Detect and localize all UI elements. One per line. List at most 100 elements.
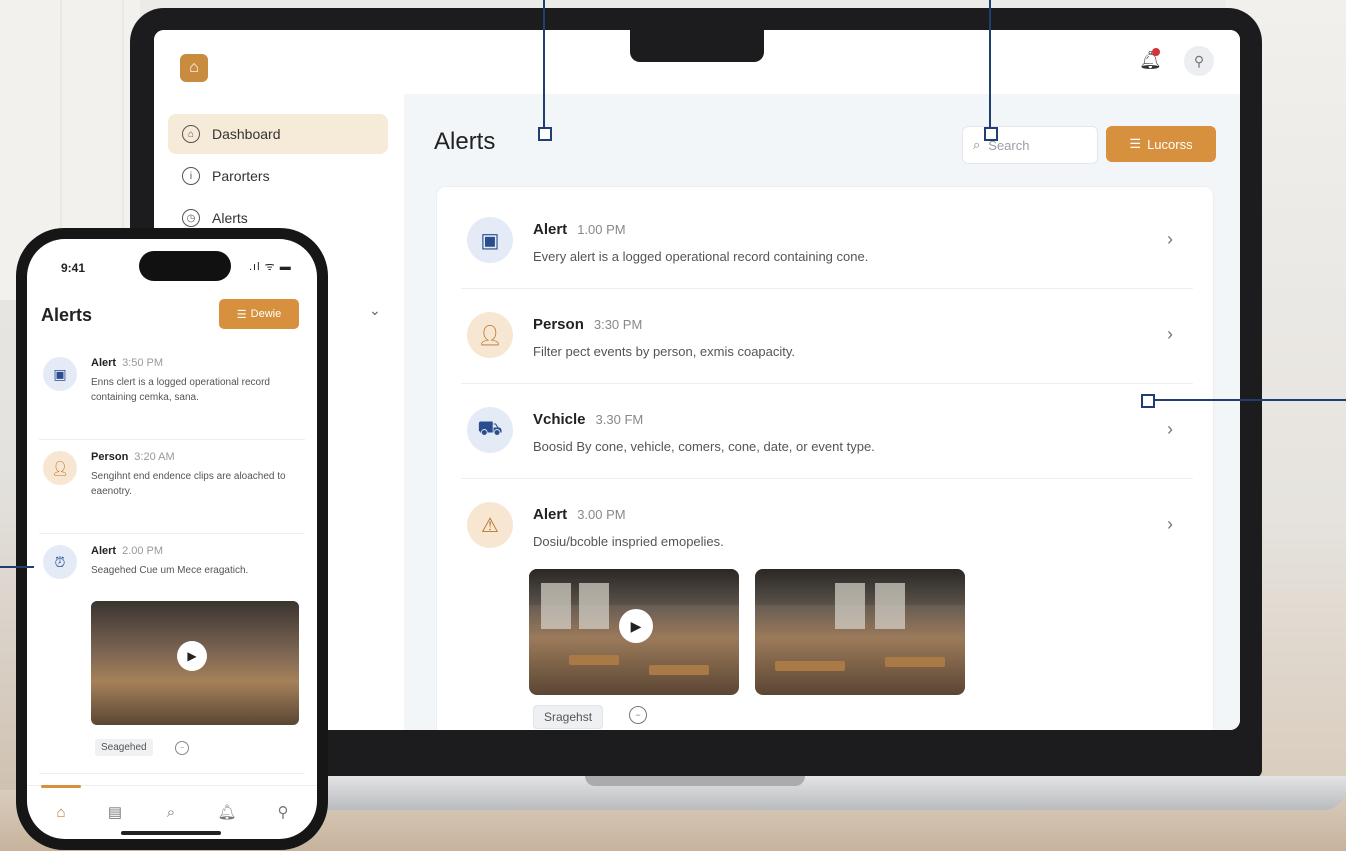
- filter-button[interactable]: ☰ Dewie: [219, 299, 299, 329]
- search-input[interactable]: ⌕ Search: [962, 126, 1098, 164]
- main-content: 🔔︎ ⚲ Alerts ⌕ Search ☰ Lucorss ▣ Alert 1.…: [404, 30, 1240, 730]
- alert-title-text: Alert: [533, 221, 568, 238]
- restaurant-window: [579, 583, 609, 629]
- restaurant-window: [835, 583, 865, 629]
- snapshot-tag[interactable]: Sragehst: [533, 705, 604, 729]
- alert-time: 3:20 AM: [134, 451, 175, 463]
- play-icon[interactable]: ▶: [177, 641, 207, 671]
- sidebar-item-dashboard[interactable]: ⌂ Dashboard: [168, 114, 388, 154]
- alert-row[interactable]: ▣ Alert 1.00 PM Every alert is a logged o…: [461, 193, 1193, 289]
- laptop-base-groove: [585, 776, 805, 786]
- car-icon: ⛟: [467, 407, 513, 453]
- chevron-right-icon[interactable]: ›: [1167, 419, 1173, 440]
- clock-icon: ◷: [182, 209, 200, 227]
- alert-description: Dosiu/bcoble inspried emopelies.: [533, 534, 724, 549]
- tab-bell-icon[interactable]: 🔔︎: [215, 800, 239, 824]
- alert-title-text: Person: [533, 316, 584, 333]
- search-icon: ⌕: [973, 137, 981, 152]
- top-bar: 🔔︎ ⚲: [404, 30, 1240, 94]
- alert-time: 3:30 PM: [593, 317, 643, 332]
- alert-title: Vchicle 3.30 FM: [533, 411, 643, 428]
- alert-title-text: Vchicle: [533, 411, 586, 428]
- alert-title-text: Alert: [533, 506, 568, 523]
- alerts-list: ▣ Alert 1.00 PM Every alert is a logged o…: [436, 186, 1214, 730]
- video-camera-icon: ▣: [43, 357, 77, 391]
- restaurant-window: [541, 583, 571, 629]
- alert-title: Person 3:20 AM: [91, 451, 175, 463]
- alert-title: Person 3:30 PM: [533, 316, 642, 333]
- dynamic-island: [139, 251, 231, 281]
- more-options-icon[interactable]: −: [175, 741, 189, 755]
- filter-button-label: Lucorss: [1147, 136, 1193, 152]
- restaurant-table: [649, 665, 709, 675]
- alert-title: Alert 2.00 PM: [91, 545, 163, 557]
- alert-title: Alert 3:50 PM: [91, 357, 163, 369]
- sidebar-item-parorters[interactable]: i Parorters: [168, 156, 388, 196]
- alarm-bell-icon: ⚠: [467, 502, 513, 548]
- alert-title-text: Alert: [91, 545, 117, 557]
- alert-description: Seagehed Cue um Mece eragatich.: [91, 565, 249, 576]
- alert-description: Enns clert is a logged operational recor…: [91, 377, 270, 403]
- restaurant-table: [775, 661, 845, 671]
- alert-description: Every alert is a logged operational reco…: [533, 249, 869, 264]
- phone-screen: 9:41 .ıl ᯤ ▬ Alerts ☰ Dewie ▣ Alert 3:50 …: [27, 239, 317, 839]
- callout-marker: [538, 127, 552, 141]
- chevron-right-icon[interactable]: ›: [1167, 324, 1173, 345]
- alert-row[interactable]: ⛟ Vchicle 3.30 FM Boosid By cone, vehicle…: [461, 383, 1193, 479]
- alert-title-text: Person: [91, 451, 129, 463]
- video-thumbnail[interactable]: ▶: [529, 569, 739, 695]
- sidebar-item-label: Dashboard: [212, 126, 281, 142]
- alert-title: Alert 3.00 PM: [533, 506, 626, 523]
- tab-home-icon[interactable]: ⌂: [49, 800, 73, 824]
- tab-user-icon[interactable]: ⚲: [271, 800, 295, 824]
- alert-time: 3.00 PM: [577, 507, 626, 522]
- alert-time: 3:50 PM: [122, 357, 164, 369]
- person-icon: 👤︎: [43, 451, 77, 485]
- home-icon: ⌂: [182, 125, 200, 143]
- alert-time: 2.00 PM: [122, 545, 164, 557]
- restaurant-window: [875, 583, 905, 629]
- page-title: Alerts: [434, 128, 496, 155]
- house-icon[interactable]: ⌂: [180, 54, 208, 82]
- restaurant-table: [569, 655, 619, 665]
- alert-description: Filter pect events by person, exmis coap…: [533, 344, 796, 359]
- callout-line: [543, 0, 545, 128]
- callout-marker: [1141, 394, 1155, 408]
- filter-button-label: Dewie: [250, 308, 282, 320]
- status-icons: .ıl ᯤ ▬: [249, 261, 292, 273]
- alert-description: Sengihnt end endence clips are aloached …: [91, 471, 286, 497]
- sidebar-item-label: Parorters: [212, 168, 270, 184]
- phone-frame: 9:41 .ıl ᯤ ▬ Alerts ☰ Dewie ▣ Alert 3:50 …: [16, 228, 328, 850]
- snapshot-thumbnail[interactable]: [755, 569, 965, 695]
- alert-time: 1.00 PM: [577, 222, 626, 237]
- list-item[interactable]: 👤︎ Person 3:20 AM Sengihnt end endence cl…: [39, 439, 305, 534]
- status-time: 9:41: [61, 261, 86, 275]
- home-indicator: [121, 831, 221, 835]
- chevron-down-icon[interactable]: ⌄: [369, 302, 381, 319]
- camera-notch: [630, 30, 764, 62]
- alert-row[interactable]: 👤︎ Person 3:30 PM Filter pect events by p…: [461, 288, 1193, 384]
- alert-time: 3.30 FM: [595, 412, 644, 427]
- tab-search-icon[interactable]: ⌕: [159, 800, 183, 824]
- tab-indicator: [41, 785, 81, 788]
- callout-line: [1152, 399, 1346, 401]
- chevron-right-icon[interactable]: ›: [1167, 229, 1173, 250]
- chevron-right-icon[interactable]: ›: [1167, 514, 1173, 535]
- more-options-icon[interactable]: −: [629, 706, 647, 724]
- video-thumbnail[interactable]: ▶: [91, 601, 299, 725]
- page-title: Alerts: [41, 305, 93, 325]
- snapshot-tag[interactable]: Seagehed: [95, 739, 153, 756]
- callout-marker: [984, 127, 998, 141]
- alert-title-text: Alert: [91, 357, 117, 369]
- alert-description: Boosid By cone, vehicle, comers, cone, d…: [533, 439, 875, 454]
- user-avatar-icon[interactable]: ⚲: [1184, 46, 1214, 76]
- play-icon[interactable]: ▶: [619, 609, 653, 643]
- filter-icon: ☰: [1129, 136, 1142, 151]
- notification-dot: [1152, 48, 1160, 56]
- alert-title: Alert 1.00 PM: [533, 221, 626, 238]
- tab-list-icon[interactable]: ▤: [103, 800, 127, 824]
- filter-button[interactable]: ☰ Lucorss: [1106, 126, 1216, 162]
- restaurant-table: [885, 657, 945, 667]
- list-item[interactable]: ▣ Alert 3:50 PM Enns clert is a logged op…: [39, 345, 305, 440]
- filter-icon: ☰: [236, 308, 247, 321]
